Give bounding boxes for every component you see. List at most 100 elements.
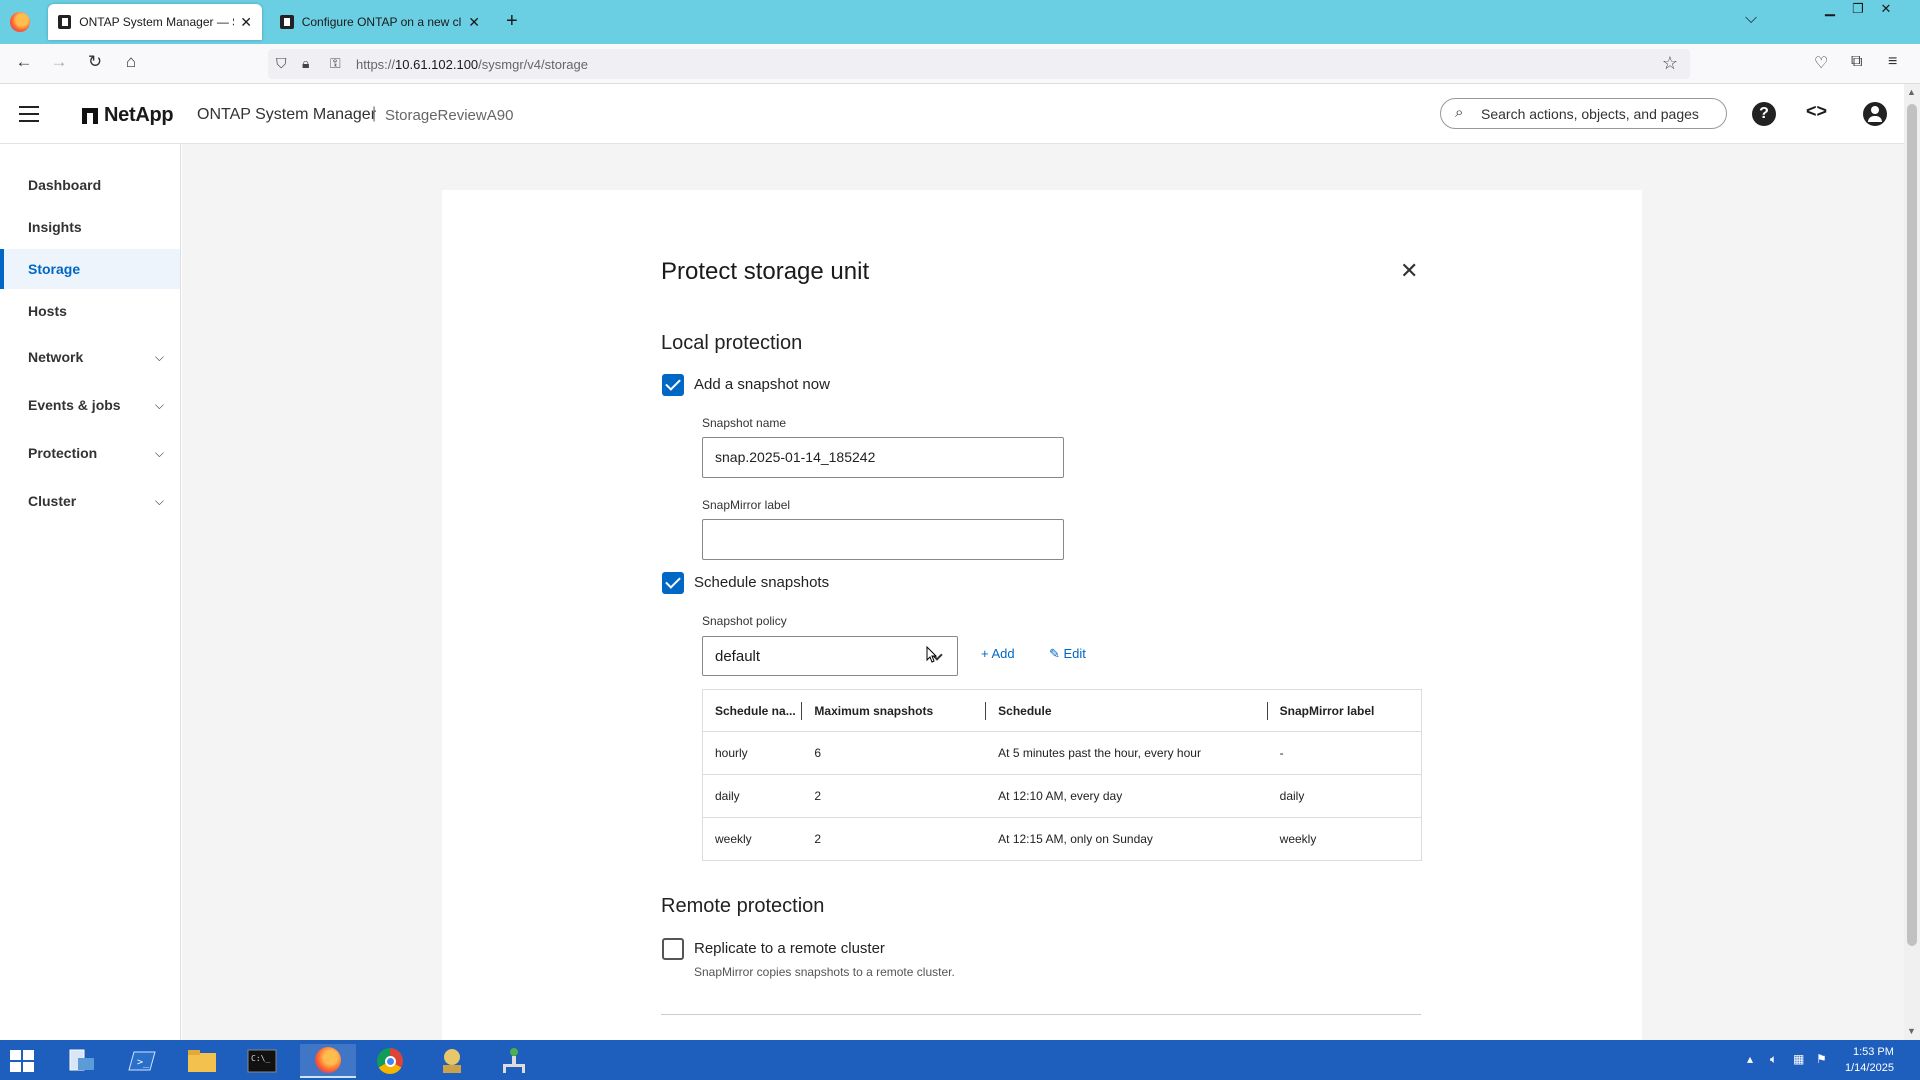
window-close-icon[interactable]: ✕ — [1872, 0, 1900, 20]
clock-time: 1:53 PM — [1852, 1046, 1894, 1058]
windows-start-icon[interactable] — [10, 1050, 34, 1072]
app-title: ONTAP System Manager — [197, 106, 377, 123]
minimize-icon[interactable]: ▁ — [1816, 0, 1844, 20]
volume-muted-icon[interactable]: 🔈︎ — [1770, 1052, 1777, 1067]
column-header[interactable]: Maximum snapshots — [802, 689, 987, 732]
schedule-snapshots-checkbox[interactable] — [662, 572, 684, 594]
extensions-icon[interactable]: ⧉ — [1851, 53, 1862, 71]
edit-policy-button[interactable]: ✎ Edit — [1049, 646, 1086, 662]
sidebar-item-hosts[interactable]: Hosts — [0, 291, 180, 331]
new-tab-icon[interactable]: + — [506, 10, 518, 33]
network-status-icon[interactable]: ▦ — [1793, 1052, 1804, 1066]
main-content — [182, 144, 1904, 1050]
search-placeholder: Search actions, objects, and pages — [1481, 106, 1699, 122]
tray-expand-icon[interactable]: ▴ — [1747, 1052, 1753, 1066]
vertical-scrollbar[interactable]: ▲ ▼ — [1904, 84, 1920, 1040]
search-icon: ⌕ — [1455, 104, 1464, 121]
notification-icon[interactable]: ⚑ — [1816, 1052, 1827, 1066]
chevron-down-icon: ⌵ — [154, 398, 164, 412]
file-explorer-icon[interactable] — [174, 1044, 230, 1078]
add-snapshot-now-checkbox[interactable] — [662, 374, 684, 396]
sidebar-item-storage[interactable]: Storage — [0, 249, 180, 289]
shield-icon[interactable]: ⛉ — [276, 55, 287, 72]
server-manager-icon[interactable] — [54, 1044, 110, 1078]
close-icon[interactable]: ✕ — [1400, 258, 1418, 284]
netapp-favicon-icon — [58, 15, 72, 29]
table-header-row: Schedule na... Maximum snapshots Schedul… — [702, 689, 1422, 732]
network-app-icon[interactable] — [486, 1044, 542, 1078]
brand-name: NetApp — [104, 104, 174, 126]
plus-icon: + — [981, 646, 992, 661]
chevron-down-icon: ⌵ — [154, 446, 164, 460]
close-tab-icon[interactable]: ✕ — [468, 14, 480, 31]
reload-icon[interactable]: ↻ — [83, 52, 107, 72]
column-header[interactable]: Schedule — [986, 689, 1268, 732]
sidebar: Dashboard Insights Storage Hosts Network… — [0, 144, 181, 1040]
sidebar-item-insights[interactable]: Insights — [0, 207, 180, 247]
sidebar-item-network[interactable]: Network ⌵ — [0, 337, 180, 377]
command-prompt-icon[interactable]: C:\_ — [234, 1044, 290, 1078]
global-search-input[interactable]: ⌕ Search actions, objects, and pages — [1440, 98, 1727, 129]
browser-tab[interactable]: Configure ONTAP on a new clu ✕ — [270, 4, 490, 40]
key-icon[interactable]: ⚿ — [330, 55, 341, 72]
sidebar-item-label: Insights — [28, 219, 82, 235]
back-icon[interactable]: ← — [12, 52, 36, 72]
netapp-logo[interactable]: NetApp — [82, 104, 174, 127]
chrome-icon[interactable] — [362, 1044, 418, 1078]
sidebar-item-label: Hosts — [28, 303, 67, 319]
mouse-cursor-icon — [926, 646, 938, 663]
add-policy-button[interactable]: + Add — [981, 646, 1015, 661]
browser-tab-active[interactable]: ONTAP System Manager — Sto ✕ — [48, 4, 262, 40]
schedule-table: Schedule na... Maximum snapshots Schedul… — [702, 689, 1422, 861]
sidebar-item-label: Cluster — [28, 493, 77, 509]
taskbar-clock[interactable]: 1:53 PM 1/14/2025 — [1845, 1044, 1894, 1076]
header-separator: | — [372, 105, 377, 122]
sidebar-item-cluster[interactable]: Cluster ⌵ — [0, 481, 180, 521]
restore-icon[interactable]: ❐ — [1844, 0, 1872, 20]
column-header[interactable]: Schedule na... — [702, 689, 803, 732]
pencil-icon: ✎ — [1049, 646, 1064, 661]
chevron-down-icon: ⌵ — [154, 350, 164, 364]
remote-protection-heading: Remote protection — [661, 895, 825, 917]
column-header[interactable]: SnapMirror label — [1267, 689, 1422, 732]
tab-title: ONTAP System Manager — Sto — [79, 15, 235, 29]
firefox-taskbar-icon[interactable] — [300, 1044, 356, 1078]
add-policy-label: Add — [991, 646, 1015, 661]
table-cell: At 5 minutes past the hour, every hour — [986, 731, 1268, 775]
help-icon[interactable]: ? — [1752, 102, 1776, 126]
pocket-icon[interactable]: ♡ — [1814, 53, 1828, 73]
hamburger-menu-icon[interactable] — [19, 106, 39, 127]
replicate-checkbox[interactable] — [662, 938, 684, 960]
menu-icon[interactable]: ≡ — [1888, 53, 1897, 71]
clock-date: 1/14/2025 — [1845, 1062, 1894, 1074]
table-cell: At 12:15 AM, only on Sunday — [986, 817, 1268, 861]
bookmark-star-icon[interactable]: ☆ — [1662, 53, 1678, 74]
snapshot-policy-select[interactable]: default — [702, 636, 958, 676]
close-tab-icon[interactable]: ✕ — [240, 14, 252, 31]
powershell-icon[interactable]: >_ — [114, 1044, 170, 1078]
scrollbar-thumb[interactable] — [1907, 104, 1917, 946]
divider — [661, 1014, 1421, 1015]
scroll-down-icon[interactable]: ▼ — [1907, 1026, 1916, 1036]
url-text: https://10.61.102.100/sysmgr/v4/storage — [356, 57, 588, 72]
code-icon[interactable]: <> — [1806, 101, 1827, 122]
firefox-icon[interactable] — [10, 12, 30, 32]
snapmirror-label-field[interactable] — [702, 519, 1064, 560]
home-icon[interactable]: ⌂ — [119, 52, 143, 72]
url-bar[interactable]: ⛉ 🔒︎ ⚿ https://10.61.102.100/sysmgr/v4/s… — [268, 49, 1690, 79]
table-cell: 6 — [802, 731, 987, 775]
snapshot-policy-label: Snapshot policy — [702, 614, 787, 628]
scroll-up-icon[interactable]: ▲ — [1907, 87, 1916, 97]
user-account-icon[interactable] — [1863, 102, 1887, 126]
browser-navbar: ← → ↻ ⌂ ⛉ 🔒︎ ⚿ https://10.61.102.100/sys… — [0, 44, 1920, 84]
snapshot-name-field[interactable]: snap.2025-01-14_185242 — [702, 437, 1064, 478]
sidebar-item-protection[interactable]: Protection ⌵ — [0, 433, 180, 473]
tab-list-chevron-icon[interactable]: ⌵ — [1745, 10, 1757, 28]
sidebar-item-events-jobs[interactable]: Events & jobs ⌵ — [0, 385, 180, 425]
chevron-down-icon: ⌵ — [154, 494, 164, 508]
svg-text:>_: >_ — [137, 1057, 150, 1068]
forward-icon[interactable]: → — [47, 52, 71, 72]
tools-app-icon[interactable] — [424, 1044, 480, 1078]
sidebar-item-dashboard[interactable]: Dashboard — [0, 165, 180, 205]
lock-icon[interactable]: 🔒︎ — [302, 55, 309, 72]
